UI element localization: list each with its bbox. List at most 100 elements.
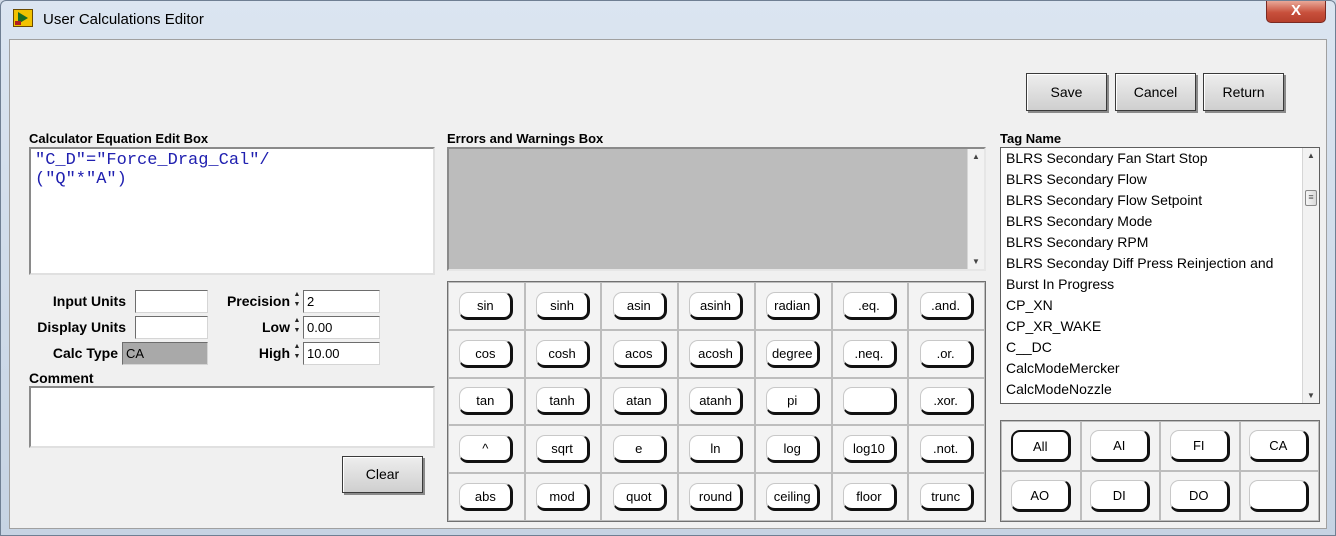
function-button-blank[interactable]: [842, 387, 897, 416]
function-button-ln[interactable]: ln: [689, 435, 744, 464]
function-button-or[interactable]: .or.: [919, 339, 974, 368]
function-button-ceiling[interactable]: ceiling: [766, 483, 821, 512]
filter-cell: CA: [1239, 421, 1319, 471]
input-units-label: Input Units: [52, 293, 126, 309]
low-field[interactable]: 0.00: [303, 316, 380, 339]
tag-list-item[interactable]: BLRS Secondary RPM: [1001, 232, 1319, 253]
function-button-xor[interactable]: .xor.: [919, 387, 974, 416]
function-button-acosh[interactable]: acosh: [689, 339, 744, 368]
filter-button-do[interactable]: DO: [1169, 480, 1230, 512]
scroll-down-arrow-icon[interactable]: ▼: [1303, 391, 1319, 400]
function-button-tan[interactable]: tan: [459, 387, 514, 416]
filter-button-ca[interactable]: CA: [1249, 430, 1310, 462]
function-button-round[interactable]: round: [689, 483, 744, 512]
function-cell: tan: [448, 377, 525, 426]
function-cell: ln: [678, 425, 755, 474]
filter-button-ai[interactable]: AI: [1090, 430, 1151, 462]
function-button-atan[interactable]: atan: [612, 387, 667, 416]
function-button-e[interactable]: e: [612, 435, 667, 464]
input-units-field[interactable]: [135, 290, 208, 313]
high-spinner-icon[interactable]: ▲ ▼: [293, 342, 301, 365]
tag-list-item[interactable]: BLRS Secondary Flow Setpoint: [1001, 190, 1319, 211]
precision-field[interactable]: 2: [303, 290, 380, 313]
function-cell: acosh: [678, 329, 755, 378]
filter-button-di[interactable]: DI: [1090, 480, 1151, 512]
function-button-quot[interactable]: quot: [612, 483, 667, 512]
tag-list-scrollbar[interactable]: ▲ ≡ ▼: [1302, 148, 1319, 403]
function-button-trunc[interactable]: trunc: [919, 483, 974, 512]
function-button-acos[interactable]: acos: [612, 339, 667, 368]
function-cell: trunc: [908, 473, 985, 521]
function-button-neq[interactable]: .neq.: [842, 339, 897, 368]
filter-button-blank[interactable]: [1249, 480, 1310, 512]
function-button-radian[interactable]: radian: [766, 291, 821, 320]
save-button[interactable]: Save: [1026, 73, 1107, 111]
window-title: User Calculations Editor: [43, 11, 204, 28]
tag-list-item[interactable]: CalcModeMercker: [1001, 358, 1319, 379]
close-button[interactable]: X: [1266, 1, 1326, 23]
tag-list-item[interactable]: Burst In Progress: [1001, 274, 1319, 295]
high-field[interactable]: 10.00: [303, 342, 380, 365]
comment-field[interactable]: [29, 386, 435, 448]
display-units-field[interactable]: [135, 316, 208, 339]
function-button-abs[interactable]: abs: [459, 483, 514, 512]
function-button-asin[interactable]: asin: [612, 291, 667, 320]
scroll-thumb[interactable]: ≡: [1305, 190, 1317, 206]
function-button-floor[interactable]: floor: [842, 483, 897, 512]
tag-list-item[interactable]: BLRS Seconday Diff Press Reinjection and: [1001, 253, 1319, 274]
filter-cell: All: [1001, 421, 1081, 471]
function-cell: e: [601, 425, 679, 474]
function-button-cosh[interactable]: cosh: [536, 339, 591, 368]
errors-box-label: Errors and Warnings Box: [447, 131, 604, 146]
filter-button-all[interactable]: All: [1010, 430, 1071, 462]
errors-scrollbar[interactable]: ▲ ▼: [967, 149, 984, 269]
low-spinner-icon[interactable]: ▲ ▼: [293, 316, 301, 339]
function-button-log10[interactable]: log10: [842, 435, 897, 464]
function-button-eq[interactable]: .eq.: [842, 291, 897, 320]
precision-spinner-icon[interactable]: ▲ ▼: [293, 290, 301, 313]
function-cell: floor: [831, 473, 909, 521]
tag-list-item[interactable]: CP_XN: [1001, 295, 1319, 316]
tag-list-item[interactable]: BLRS Secondary Flow: [1001, 169, 1319, 190]
function-cell: asinh: [678, 282, 755, 330]
function-button-mod[interactable]: mod: [536, 483, 591, 512]
function-button-grid: sin sinh asin asinh radian .eq. .and. cos cosh ac…: [447, 281, 986, 522]
filter-button-ao[interactable]: AO: [1010, 480, 1071, 512]
tag-list-item[interactable]: BLRS Secondary Mode: [1001, 211, 1319, 232]
return-button[interactable]: Return: [1203, 73, 1284, 111]
function-cell: [831, 377, 909, 426]
function-button-tanh[interactable]: tanh: [536, 387, 591, 416]
function-cell: round: [678, 473, 755, 521]
function-cell: .neq.: [831, 329, 909, 378]
tag-list-item[interactable]: BLRS Secondary Fan Start Stop: [1001, 148, 1319, 169]
scroll-down-arrow-icon[interactable]: ▼: [968, 257, 984, 266]
function-button-sin[interactable]: sin: [459, 291, 514, 320]
function-button-sinh[interactable]: sinh: [536, 291, 591, 320]
function-button-asinh[interactable]: asinh: [689, 291, 744, 320]
scroll-up-arrow-icon[interactable]: ▲: [968, 152, 984, 161]
function-cell: quot: [601, 473, 679, 521]
function-button-degree[interactable]: degree: [766, 339, 821, 368]
function-button-caret[interactable]: ^: [459, 435, 514, 464]
function-cell: pi: [754, 377, 832, 426]
function-button-not[interactable]: .not.: [919, 435, 974, 464]
function-button-atanh[interactable]: atanh: [689, 387, 744, 416]
cancel-button[interactable]: Cancel: [1115, 73, 1196, 111]
clear-button[interactable]: Clear: [342, 456, 423, 493]
function-button-log[interactable]: log: [766, 435, 821, 464]
function-button-pi[interactable]: pi: [766, 387, 821, 416]
tag-items: BLRS Secondary Fan Start Stop BLRS Second…: [1001, 148, 1319, 400]
function-button-and[interactable]: .and.: [919, 291, 974, 320]
labview-app-icon: [13, 9, 33, 27]
function-cell: sin: [448, 282, 525, 330]
tag-name-list[interactable]: BLRS Secondary Fan Start Stop BLRS Second…: [1000, 147, 1320, 404]
equation-edit-box[interactable]: "C_D"="Force_Drag_Cal"/ ("Q"*"A"): [29, 147, 435, 275]
function-button-cos[interactable]: cos: [459, 339, 514, 368]
function-button-sqrt[interactable]: sqrt: [536, 435, 591, 464]
tag-list-item[interactable]: CP_XR_WAKE: [1001, 316, 1319, 337]
filter-button-fi[interactable]: FI: [1169, 430, 1230, 462]
function-cell: .xor.: [908, 377, 985, 426]
scroll-up-arrow-icon[interactable]: ▲: [1303, 151, 1319, 160]
tag-list-item[interactable]: C__DC: [1001, 337, 1319, 358]
tag-list-item[interactable]: CalcModeNozzle: [1001, 379, 1319, 400]
